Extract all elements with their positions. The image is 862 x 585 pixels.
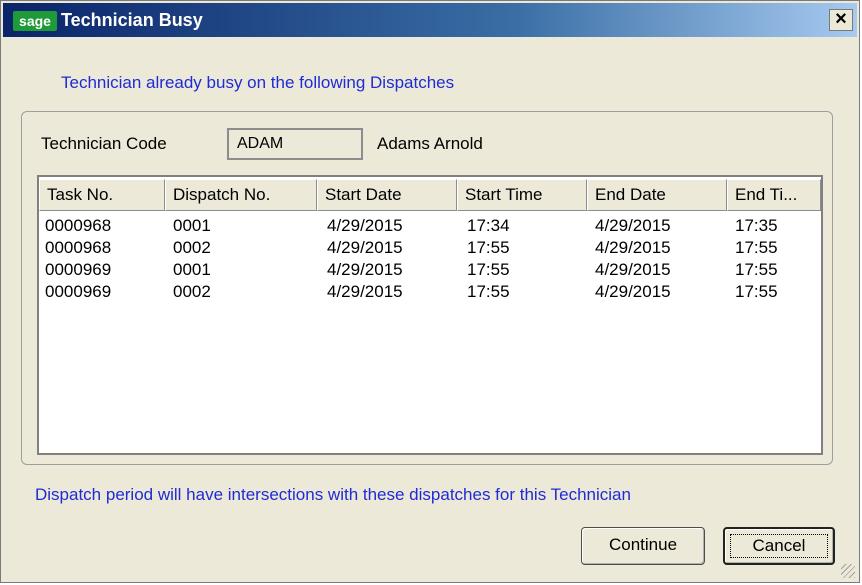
cell-end-time: 17:55 <box>735 282 778 301</box>
cell-start-date: 4/29/2015 <box>327 238 403 257</box>
window-title: Technician Busy <box>61 10 203 30</box>
cell-start-date: 4/29/2015 <box>327 216 403 235</box>
focus-indicator <box>730 534 828 558</box>
technician-busy-dialog: sage Technician Busy × Technician alread… <box>0 0 860 583</box>
cell-start-time: 17:55 <box>467 282 510 301</box>
cell-dispatch-no: 0002 <box>173 238 211 257</box>
cell-end-time: 17:35 <box>735 216 778 235</box>
cell-task-no: 0000969 <box>45 260 112 279</box>
continue-button[interactable]: Continue <box>581 527 705 565</box>
dispatch-list[interactable]: Task No. Dispatch No. Start Date Start T… <box>37 175 823 455</box>
cell-start-time: 17:34 <box>467 216 510 235</box>
cell-end-date: 4/29/2015 <box>595 260 671 279</box>
list-header: Task No. Dispatch No. Start Date Start T… <box>39 177 821 213</box>
technician-code-label: Technician Code <box>41 134 167 153</box>
table-row[interactable]: 0000969 0001 4/29/2015 17:55 4/29/2015 1… <box>39 259 821 281</box>
cell-end-date: 4/29/2015 <box>595 238 671 257</box>
column-header-start-time[interactable]: Start Time <box>457 179 587 211</box>
cell-end-date: 4/29/2015 <box>595 282 671 301</box>
cell-task-no: 0000968 <box>45 238 112 257</box>
technician-name: Adams Arnold <box>377 134 483 153</box>
column-header-task-no[interactable]: Task No. <box>39 179 165 211</box>
technician-code-field: ADAM <box>227 128 363 160</box>
column-header-end-time[interactable]: End Ti... <box>727 179 821 211</box>
cell-dispatch-no: 0001 <box>173 216 211 235</box>
cell-dispatch-no: 0002 <box>173 282 211 301</box>
cell-end-time: 17:55 <box>735 238 778 257</box>
cell-start-date: 4/29/2015 <box>327 282 403 301</box>
column-header-start-date[interactable]: Start Date <box>317 179 457 211</box>
busy-info-message: Technician already busy on the following… <box>61 73 455 92</box>
column-header-end-date[interactable]: End Date <box>587 179 727 211</box>
sage-logo-icon: sage <box>13 11 57 31</box>
cell-task-no: 0000968 <box>45 216 112 235</box>
table-row[interactable]: 0000968 0002 4/29/2015 17:55 4/29/2015 1… <box>39 237 821 259</box>
resize-grip-icon[interactable] <box>841 564 855 578</box>
cell-start-time: 17:55 <box>467 238 510 257</box>
table-row[interactable]: 0000969 0002 4/29/2015 17:55 4/29/2015 1… <box>39 281 821 303</box>
column-header-dispatch-no[interactable]: Dispatch No. <box>165 179 317 211</box>
cell-end-time: 17:55 <box>735 260 778 279</box>
cell-task-no: 0000969 <box>45 282 112 301</box>
cell-start-time: 17:55 <box>467 260 510 279</box>
table-row[interactable]: 0000968 0001 4/29/2015 17:34 4/29/2015 1… <box>39 215 821 237</box>
cell-dispatch-no: 0001 <box>173 260 211 279</box>
cancel-button[interactable]: Cancel <box>723 527 835 565</box>
title-bar[interactable]: sage Technician Busy × <box>3 3 857 37</box>
cell-end-date: 4/29/2015 <box>595 216 671 235</box>
cell-start-date: 4/29/2015 <box>327 260 403 279</box>
close-button[interactable]: × <box>829 9 853 31</box>
intersection-warning-message: Dispatch period will have intersections … <box>35 485 631 504</box>
